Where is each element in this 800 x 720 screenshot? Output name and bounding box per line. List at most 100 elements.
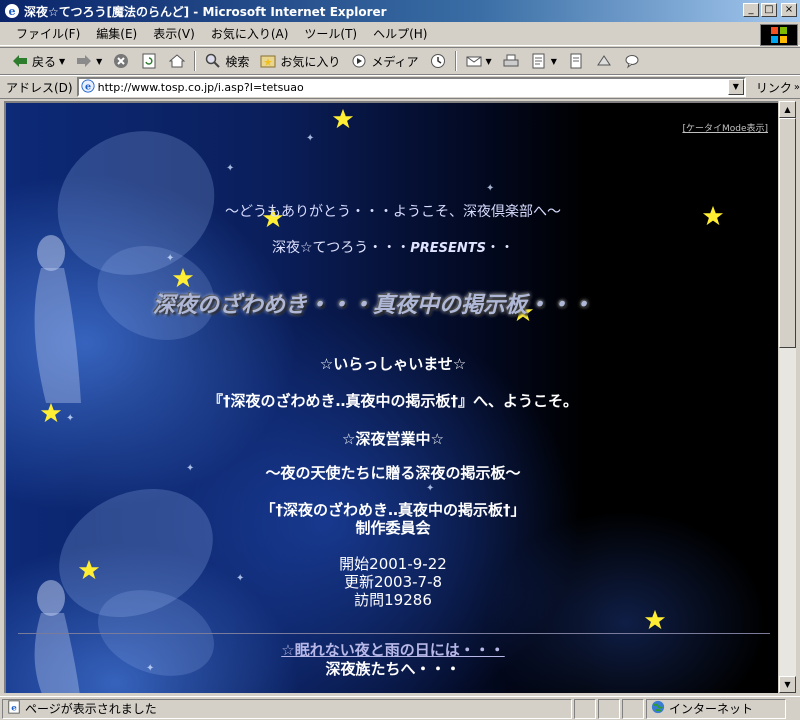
home-button[interactable] — [163, 50, 191, 72]
page-viewport[interactable]: ✦ ✦ ✦ ✦ ✦ ✦ ✦ ✦ ✦ [ケータイMode表示] ～どうもありがとう… — [4, 101, 778, 693]
media-button[interactable]: メディア — [345, 50, 423, 72]
zone-text: インターネット — [669, 702, 754, 716]
status-text: ページが表示されました — [25, 702, 157, 716]
menu-edit[interactable]: 編集(E) — [88, 23, 145, 44]
discuss-icon — [567, 52, 585, 70]
favorites-icon — [259, 52, 277, 70]
mail-button[interactable]: ▼ — [460, 50, 497, 72]
sparkle-icon: ✦ — [66, 413, 75, 424]
svg-text:e: e — [11, 704, 17, 714]
address-dropdown-button[interactable]: ▼ — [727, 79, 744, 95]
research-button[interactable] — [590, 50, 618, 72]
window-title: 深夜☆てつろう[魔法のらんど] - Microsoft Internet Exp… — [24, 4, 387, 19]
toolbar-separator — [454, 51, 457, 71]
scroll-up-button[interactable]: ▲ — [779, 101, 796, 118]
star-icon — [332, 108, 354, 130]
chevron-right-icon: » — [793, 81, 800, 93]
divider — [18, 633, 770, 634]
print-icon — [502, 52, 520, 70]
mail-icon — [465, 52, 483, 70]
edit-button[interactable]: ▼ — [525, 50, 562, 72]
security-zone: インターネット — [646, 698, 786, 719]
menu-file[interactable]: ファイル(F) — [8, 23, 88, 44]
stop-icon — [112, 52, 130, 70]
edit-icon — [530, 52, 548, 70]
refresh-button[interactable] — [135, 50, 163, 72]
scroll-down-button[interactable]: ▼ — [779, 676, 796, 693]
status-cell — [574, 698, 596, 719]
visit-counter-text: 訪問19286 — [354, 591, 432, 609]
back-button[interactable]: 戻る ▼ — [6, 50, 70, 72]
scroll-thumb[interactable] — [779, 118, 796, 348]
menu-help[interactable]: ヘルプ(H) — [365, 23, 435, 44]
svg-text:e: e — [9, 5, 16, 18]
minimize-button[interactable]: _ — [743, 3, 759, 17]
stop-button[interactable] — [107, 50, 135, 72]
star-icon — [172, 267, 194, 289]
sleepless-link-label[interactable]: ☆眠れない夜と雨の日には・・・ — [281, 641, 504, 659]
close-button[interactable]: × — [781, 3, 797, 17]
favorites-label: お気に入り — [280, 54, 341, 69]
ie-page-icon: e — [81, 78, 95, 96]
tribe-text: 深夜族たちへ・・・ — [325, 660, 461, 678]
sparkle-icon: ✦ — [226, 163, 235, 174]
presents-text: 深夜☆てつろう・・・PRESENTS・・ — [6, 237, 778, 257]
menu-view[interactable]: 表示(V) — [145, 23, 203, 44]
page-title: 深夜のざわめき・・・真夜中の掲示板・・・ — [152, 293, 593, 318]
vertical-scrollbar[interactable]: ▲ ▼ — [778, 101, 796, 693]
menu-favorites[interactable]: お気に入り(A) — [203, 23, 297, 44]
address-field[interactable]: e ▼ — [76, 77, 746, 97]
status-message: e ページが表示されました — [2, 698, 572, 719]
open-status-text: ☆深夜営業中☆ — [342, 430, 444, 448]
discuss-button[interactable] — [562, 50, 590, 72]
chevron-down-icon: ▼ — [96, 56, 103, 66]
welcome-text: ☆いらっしゃいませ☆ — [319, 355, 467, 373]
presents-word: PRESENTS — [410, 241, 487, 256]
links-button[interactable]: リンク » — [756, 79, 800, 96]
greeting-text: ～どうもありがとう・・・ようこそ、深夜倶楽部へ～ — [225, 204, 561, 220]
arrow-right-icon — [75, 52, 93, 70]
home-icon — [168, 52, 186, 70]
presents-tail: ・・ — [486, 240, 515, 256]
media-label: メディア — [371, 54, 419, 69]
status-bar: e ページが表示されました インターネット — [0, 696, 800, 720]
address-label: アドレス(D) — [6, 80, 73, 95]
chevron-down-icon: ▼ — [485, 56, 492, 66]
ie-page-icon: e — [7, 700, 21, 717]
sleepless-link[interactable]: ☆眠れない夜と雨の日には・・・ — [6, 639, 778, 660]
chevron-down-icon: ▼ — [550, 56, 557, 66]
messenger-button[interactable] — [618, 50, 646, 72]
tagline-text: ～夜の天使たちに贈る深夜の掲示板～ — [265, 464, 521, 482]
status-cell — [622, 698, 644, 719]
intro-text: 『†深夜のざわめき‥真夜中の掲示板†』へ、ようこそ。 — [207, 392, 578, 410]
menu-bar: ファイル(F) 編集(E) 表示(V) お気に入り(A) ツール(T) ヘルプ(… — [0, 22, 800, 46]
committee-line-2: 制作委員会 — [355, 519, 431, 537]
forward-button[interactable]: ▼ — [70, 50, 107, 72]
url-input[interactable] — [97, 80, 718, 94]
research-icon — [595, 52, 613, 70]
menu-tools[interactable]: ツール(T) — [296, 23, 365, 44]
ie-icon: e — [4, 3, 20, 19]
search-button[interactable]: 検索 — [199, 50, 254, 72]
star-icon — [644, 609, 666, 631]
status-cell — [598, 698, 620, 719]
address-bar: アドレス(D) e ▼ リンク » — [0, 75, 800, 99]
sparkle-icon: ✦ — [306, 133, 315, 144]
search-icon — [204, 52, 222, 70]
favorites-button[interactable]: お気に入り — [254, 50, 345, 72]
ketai-mode-link[interactable]: [ケータイMode表示] — [682, 121, 768, 134]
chevron-down-icon: ▼ — [59, 56, 66, 66]
messenger-icon — [623, 52, 641, 70]
title-bar: e 深夜☆てつろう[魔法のらんど] - Microsoft Internet E… — [0, 0, 800, 22]
media-icon — [350, 52, 368, 70]
print-button[interactable] — [497, 50, 525, 72]
sparkle-icon: ✦ — [486, 183, 495, 194]
arrow-left-icon — [11, 52, 29, 70]
windows-logo-icon — [760, 24, 798, 46]
history-button[interactable] — [424, 50, 452, 72]
presents-name: 深夜☆てつろう・・・ — [271, 240, 411, 256]
globe-icon — [651, 700, 665, 717]
toolbar-separator — [194, 51, 197, 71]
links-label: リンク — [755, 80, 792, 95]
maximize-button[interactable]: □ — [761, 3, 777, 17]
